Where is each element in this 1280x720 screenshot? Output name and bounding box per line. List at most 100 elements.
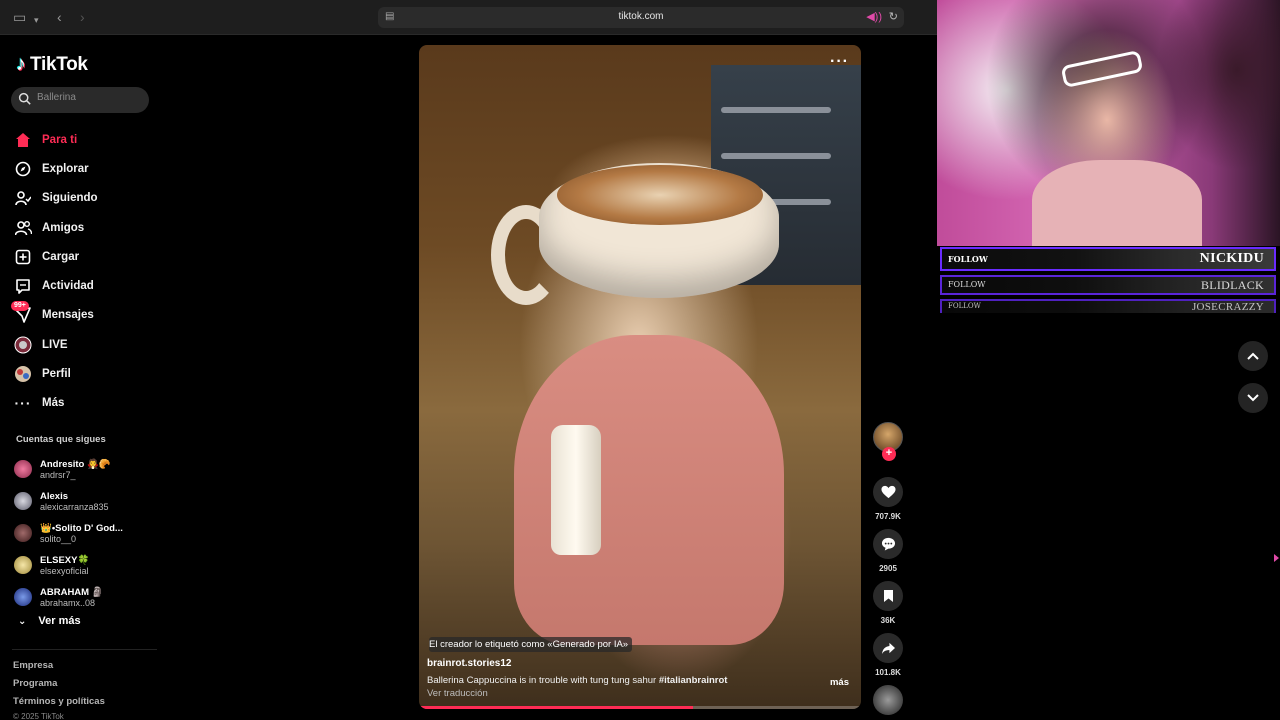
account-item[interactable]: Alexis alexicarranza835 bbox=[14, 485, 164, 517]
reload-icon[interactable]: ↻ bbox=[889, 10, 898, 23]
sidebar-toggle-icon[interactable]: ▭ bbox=[13, 9, 26, 25]
nav-item-live[interactable]: LIVE bbox=[14, 330, 164, 359]
nav-label: Mensajes bbox=[42, 309, 94, 322]
avatar bbox=[14, 524, 32, 542]
upload-icon bbox=[14, 248, 32, 266]
avatar bbox=[14, 556, 32, 574]
likes-count: 707.9K bbox=[875, 512, 901, 521]
creator-avatar[interactable]: + bbox=[873, 422, 903, 461]
activity-icon bbox=[14, 277, 32, 295]
nav-item-perfil[interactable]: Perfil bbox=[14, 359, 164, 388]
follow-alert: FOLLOW JOSECRAZZY bbox=[940, 299, 1276, 313]
avatar bbox=[14, 588, 32, 606]
address-bar[interactable]: ▤ tiktok.com ◀)) ↻ bbox=[378, 7, 904, 28]
follow-alert: FOLLOW NICKIDU bbox=[940, 247, 1276, 271]
avatar bbox=[14, 460, 32, 478]
nav-item-actividad[interactable]: Actividad bbox=[14, 271, 164, 300]
video-author[interactable]: brainrot.stories12 bbox=[427, 658, 511, 669]
search-box[interactable] bbox=[11, 87, 149, 113]
save-button[interactable] bbox=[873, 581, 903, 611]
caption-more-link[interactable]: más bbox=[830, 677, 849, 688]
video-coffee bbox=[557, 165, 763, 225]
sound-icon[interactable]: ◀)) bbox=[866, 10, 882, 23]
nav-label: Perfil bbox=[42, 368, 71, 381]
share-icon bbox=[881, 642, 895, 654]
see-more-button[interactable]: ⌄ Ver más bbox=[18, 615, 81, 627]
bookmark-icon bbox=[883, 590, 893, 602]
video-bottle bbox=[551, 425, 601, 555]
nav-label: Para ti bbox=[42, 133, 78, 146]
nav-item-amigos[interactable]: Amigos bbox=[14, 213, 164, 242]
nav-item-explorar[interactable]: Explorar bbox=[14, 154, 164, 183]
account-item[interactable]: ABRAHAM 🗿 abrahamx..08 bbox=[14, 581, 164, 613]
shares-count: 101.8K bbox=[875, 668, 901, 677]
chevron-down-icon bbox=[1247, 394, 1259, 402]
back-icon[interactable]: ‹ bbox=[57, 9, 62, 25]
tiktok-note-icon: ♪ bbox=[16, 53, 26, 75]
share-button[interactable] bbox=[873, 633, 903, 663]
action-rail: + 707.9K 2905 36K 101.8K bbox=[872, 422, 904, 715]
main-nav: Para ti Explorar Siguiendo Amigos Cargar… bbox=[11, 125, 164, 418]
home-icon bbox=[14, 131, 32, 149]
nav-label: Siguiendo bbox=[42, 192, 98, 205]
music-disc-icon[interactable] bbox=[873, 685, 903, 715]
avatar bbox=[14, 492, 32, 510]
tiktok-logo[interactable]: ♪ TikTok bbox=[16, 53, 88, 76]
saves-count: 36K bbox=[880, 616, 896, 625]
comments-count: 2905 bbox=[879, 564, 897, 573]
see-translation-link[interactable]: Ver traducción bbox=[427, 688, 488, 699]
nav-label: Cargar bbox=[42, 250, 80, 263]
chevron-down-icon[interactable]: ▾ bbox=[34, 12, 39, 28]
mouse-cursor-icon bbox=[1274, 554, 1279, 562]
friends-icon bbox=[14, 219, 32, 237]
webcam-overlay bbox=[937, 0, 1280, 246]
nav-label: Explorar bbox=[42, 162, 89, 175]
account-item[interactable]: Andresito 🧛🥐 andrsr7_ bbox=[14, 453, 164, 485]
nav-item-siguiendo[interactable]: Siguiendo bbox=[14, 184, 164, 213]
nav-item-para-ti[interactable]: Para ti bbox=[14, 125, 164, 154]
nav-item-mensajes[interactable]: 99+ Mensajes bbox=[11, 301, 164, 330]
divider bbox=[12, 649, 157, 650]
video-player[interactable]: ··· El creador lo etiquetó como «Generad… bbox=[419, 45, 861, 709]
following-accounts-list: Andresito 🧛🥐 andrsr7_ Alexis alexicarranza… bbox=[14, 453, 164, 613]
follow-alert: FOLLOW BLIDLACK bbox=[940, 275, 1276, 295]
url-text: tiktok.com bbox=[618, 11, 664, 22]
nav-item-mas[interactable]: ··· Más bbox=[14, 389, 164, 418]
search-input[interactable] bbox=[37, 92, 142, 103]
previous-video-button[interactable] bbox=[1238, 341, 1268, 371]
search-icon bbox=[18, 92, 31, 105]
chevron-up-icon bbox=[1247, 352, 1259, 360]
nav-label: Más bbox=[42, 397, 65, 410]
brand-name: TikTok bbox=[30, 53, 88, 75]
more-options-icon[interactable]: ··· bbox=[830, 53, 849, 71]
comment-button[interactable] bbox=[873, 529, 903, 559]
webcam-outfit bbox=[1032, 160, 1202, 246]
footer-link-empresa[interactable]: Empresa bbox=[13, 660, 105, 678]
nav-label: Actividad bbox=[42, 280, 94, 293]
sidebar: ♪ TikTok Para ti Explorar Siguiendo Amig… bbox=[0, 35, 165, 720]
compass-icon bbox=[14, 160, 32, 178]
messages-icon: 99+ bbox=[11, 301, 32, 324]
next-video-button[interactable] bbox=[1238, 383, 1268, 413]
account-item[interactable]: 👑•Solito D' God... solito__0 bbox=[14, 517, 164, 549]
account-item[interactable]: ELSEXY🍀 elsexyoficial bbox=[14, 549, 164, 581]
video-progress-fill bbox=[419, 706, 694, 709]
video-progress-bar[interactable] bbox=[419, 706, 861, 709]
nav-label: Amigos bbox=[42, 221, 85, 234]
footer-link-programa[interactable]: Programa bbox=[13, 678, 105, 696]
follow-plus-icon[interactable]: + bbox=[882, 447, 896, 461]
video-caption: Ballerina Cappuccina is in trouble with … bbox=[427, 675, 728, 686]
following-accounts-title: Cuentas que sigues bbox=[16, 434, 106, 445]
following-icon bbox=[14, 189, 32, 207]
nav-item-cargar[interactable]: Cargar bbox=[14, 242, 164, 271]
more-icon: ··· bbox=[14, 395, 32, 412]
footer-links: Empresa Programa Términos y políticas bbox=[13, 660, 105, 714]
heart-icon bbox=[880, 485, 896, 499]
forward-icon[interactable]: › bbox=[80, 9, 85, 25]
hashtag[interactable]: #italianbrainrot bbox=[659, 675, 728, 686]
profile-icon bbox=[14, 365, 32, 383]
like-button[interactable] bbox=[873, 477, 903, 507]
chevron-down-icon: ⌄ bbox=[18, 615, 27, 627]
browser-toolbar: ▭ ▾ ‹ › ▤ tiktok.com ◀)) ↻ bbox=[0, 0, 937, 35]
live-icon bbox=[14, 336, 32, 354]
